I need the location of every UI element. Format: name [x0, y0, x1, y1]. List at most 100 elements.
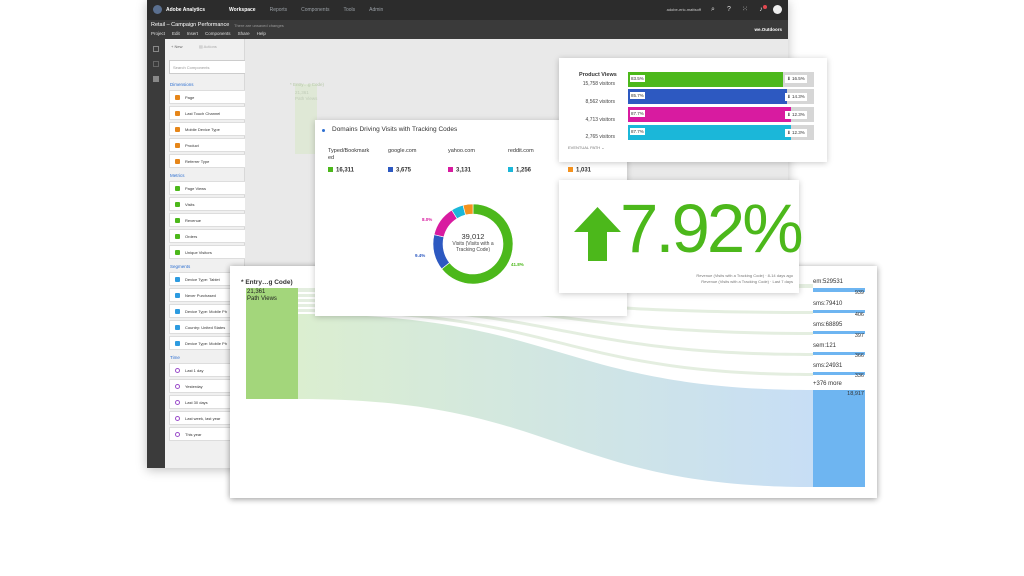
project-title[interactable]: Retail – Campaign Performance [151, 22, 229, 28]
target-label-more[interactable]: +376 more [813, 381, 842, 387]
slice-label: 8.0% [422, 217, 433, 222]
brand-name: Adobe Analytics [166, 7, 205, 13]
nav-reports[interactable]: Reports [270, 7, 288, 13]
company-selector[interactable]: we.Outdoors [754, 27, 782, 32]
metric-item[interactable]: Visits [169, 197, 255, 211]
menu-components[interactable]: Components [205, 31, 231, 36]
dimension-label: Product [185, 143, 199, 148]
dimension-item[interactable]: Mobile Device Type [169, 122, 255, 136]
ghost-value: 21,361 [295, 90, 309, 95]
search-placeholder: Search Components [173, 65, 210, 70]
segment-label: Device Type: Mobile Ph [185, 341, 227, 346]
metric-item[interactable]: Revenue [169, 213, 255, 227]
dimension-item[interactable]: Last Touch Channel [169, 106, 255, 120]
legend-swatch [508, 167, 513, 172]
fallout-pct: 87.7% [630, 128, 645, 135]
avatar[interactable] [773, 5, 782, 14]
menu-insert[interactable]: Insert [187, 31, 198, 36]
metric-icon [175, 186, 180, 191]
fallout-bar[interactable]: 83.5% [628, 72, 784, 87]
delta-value: 16.5% [792, 76, 805, 81]
segment-label: Country: United States [185, 325, 226, 330]
target-value: 406 [854, 312, 864, 318]
notifications-bell-icon[interactable]: ♪ [757, 4, 767, 14]
domain-summary[interactable]: google.com 3,675 [388, 148, 438, 174]
metric-item[interactable]: Orders [169, 229, 255, 243]
metric-icon [175, 234, 180, 239]
entry-node-bar[interactable] [246, 288, 298, 399]
time-label: Last week, last year [185, 416, 221, 421]
menu-edit[interactable]: Edit [172, 31, 180, 36]
fallout-delta: ⬇ 12.3% [785, 111, 807, 119]
card-title[interactable]: Domains Driving Visits with Tracking Cod… [332, 126, 457, 133]
help-icon[interactable]: ? [725, 6, 733, 14]
segment-label: Never Purchased [185, 293, 216, 298]
fallout-bar[interactable]: 87.7% [628, 125, 792, 140]
target-bar-more[interactable] [813, 390, 865, 487]
menu-share[interactable]: Share [238, 31, 250, 36]
delta-value: 12.3% [792, 112, 805, 117]
dimension-item[interactable]: Page [169, 90, 255, 104]
dimension-item[interactable]: Product [169, 138, 255, 152]
legend-swatch [568, 167, 573, 172]
flow-path-more[interactable] [298, 314, 813, 487]
target-label[interactable]: sms:68895 [813, 322, 842, 328]
eventual-path-toggle[interactable]: EVENTUAL PATH ⌄ [568, 145, 605, 150]
dimension-icon [175, 143, 180, 148]
target-label[interactable]: sms:24931 [813, 363, 842, 369]
apps-grid-icon[interactable]: ⁙ [741, 6, 749, 14]
legend-swatch [388, 167, 393, 172]
kpi-footnote-line: Revenue (Visits with a Tracking Code) · … [701, 278, 793, 284]
fallout-bar[interactable]: 85.7% [628, 89, 788, 104]
fallout-pct: 83.5% [630, 75, 645, 82]
new-component-button[interactable]: + New [171, 44, 182, 49]
nav-workspace[interactable]: Workspace [229, 7, 256, 13]
kpi-summary-card[interactable]: 7.92% Revenue (Visits with a Tracking Co… [559, 180, 804, 293]
target-value: 366 [854, 353, 864, 359]
entry-dimension-label[interactable]: * Entry…g Code) [241, 279, 293, 286]
search-icon[interactable]: ⌕ [709, 6, 717, 14]
dimension-icon [175, 127, 180, 132]
metric-label: Orders [185, 234, 198, 239]
nav-tools[interactable]: Tools [343, 7, 355, 13]
time-label: Last 30 days [185, 400, 208, 405]
target-label[interactable]: sms:79410 [813, 301, 842, 307]
card-indicator-dot [322, 129, 325, 132]
dimension-item[interactable]: Referrer Type [169, 154, 255, 168]
slice-label: 9.4% [415, 253, 426, 258]
donut-slice[interactable] [433, 209, 458, 238]
visitors-count: 2,765 visitors [585, 134, 615, 140]
nav-admin[interactable]: Admin [369, 7, 383, 13]
dimension-label: Mobile Device Type [185, 127, 220, 132]
time-label: This year [185, 432, 202, 437]
fallout-pct: 87.7% [630, 110, 645, 117]
fallout-bar[interactable]: 87.7% [628, 107, 792, 122]
metric-item[interactable]: Page Views [169, 181, 255, 195]
visitors-count: 4,713 visitors [585, 117, 615, 123]
metric-item[interactable]: Unique Visitors [169, 245, 255, 259]
domain-value: 3,131 [456, 167, 472, 174]
panels-icon[interactable] [153, 46, 159, 52]
target-label[interactable]: em:529531 [813, 279, 843, 285]
time-label: Last 1 day [185, 368, 204, 373]
fallout-delta: ⬇ 16.5% [785, 75, 807, 83]
product-views-title: Product Views [579, 72, 617, 78]
entry-value-label: Path Views [247, 296, 277, 302]
actions-button[interactable]: ▤ Actions [199, 44, 217, 49]
nav-components[interactable]: Components [301, 7, 329, 13]
user-name[interactable]: adobe-eric-mattsoff [667, 7, 701, 12]
menu-project[interactable]: Project [151, 31, 165, 36]
clock-icon [175, 432, 180, 437]
dimension-icon [175, 95, 180, 100]
visualizations-icon[interactable] [153, 61, 159, 67]
domain-summary[interactable]: Typed/Bookmarked 16,311 [328, 148, 372, 174]
domain-summary[interactable]: yahoo.com 3,131 [448, 148, 498, 174]
domain-value: 1,256 [516, 167, 532, 174]
menu-help[interactable]: Help [257, 31, 266, 36]
product-views-card[interactable]: Product Views 15,758 visitors 8,562 visi… [559, 58, 827, 162]
kpi-footnote-line: Revenue (Visits with a Tracking Code) · … [696, 273, 793, 278]
components-icon[interactable] [153, 76, 159, 82]
domain-summary[interactable]: reddit.com 1,256 [508, 148, 558, 174]
ghost-entry-label: * Entry…g Code) [290, 82, 325, 87]
target-label[interactable]: sem:121 [813, 343, 836, 349]
